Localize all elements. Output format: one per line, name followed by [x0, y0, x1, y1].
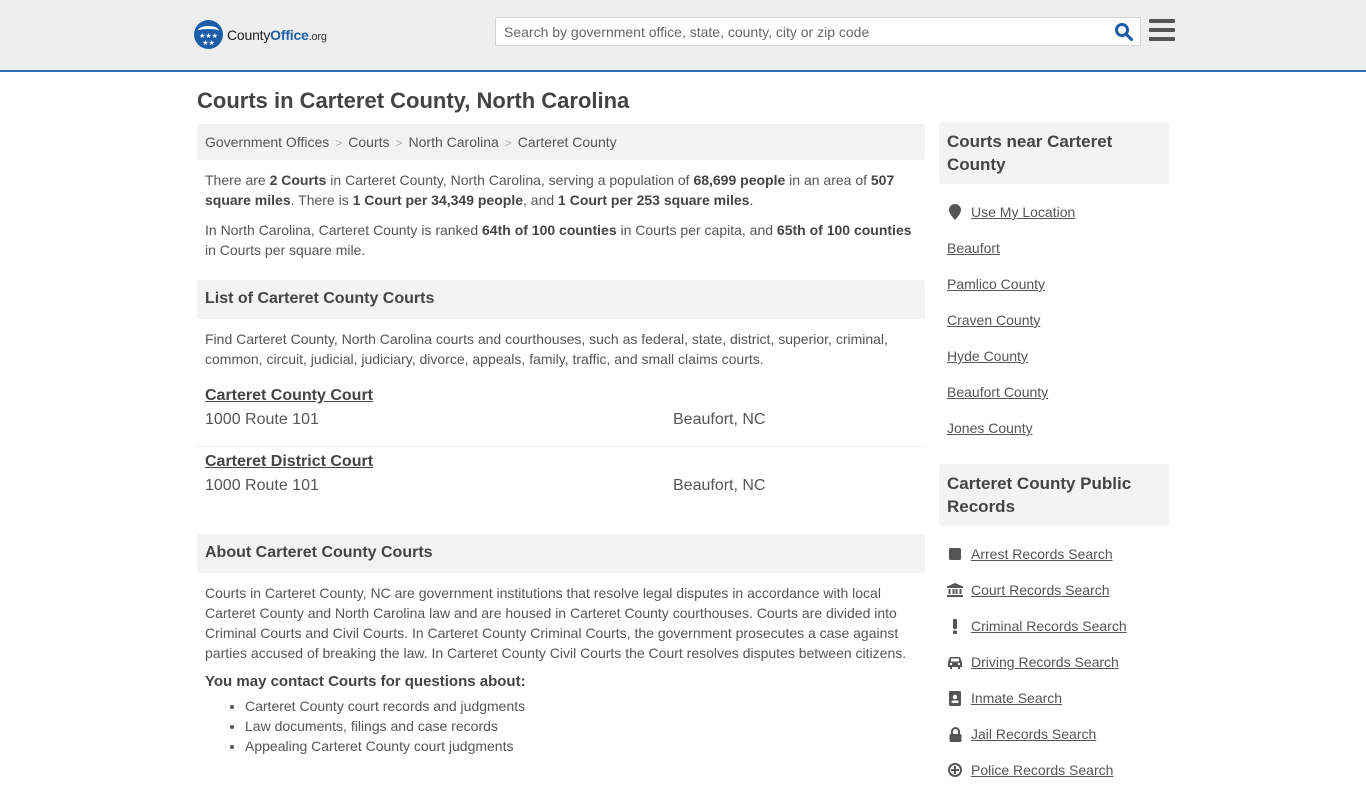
nearby-craven-county-link[interactable]: Craven County — [947, 312, 1040, 328]
search-input[interactable] — [496, 18, 1106, 45]
square-icon — [947, 546, 963, 562]
search-icon — [1115, 23, 1134, 42]
nearby-court-item: Craven County — [947, 302, 1161, 338]
breadcrumb-north-carolina[interactable]: North Carolina — [409, 134, 499, 150]
records-item: Jail Records Search — [947, 716, 1161, 752]
courthouse-icon — [947, 582, 963, 598]
arrest-records-link[interactable]: Arrest Records Search — [971, 546, 1113, 562]
contact-topic: Appealing Carteret County court judgment… — [245, 736, 925, 756]
court-address: 1000 Route 101 — [205, 411, 319, 428]
contact-topic: Carteret County court records and judgme… — [245, 696, 925, 716]
use-my-location-link[interactable]: Use My Location — [971, 204, 1075, 220]
records-item: Court Records Search — [947, 572, 1161, 608]
nearby-court-item: Hyde County — [947, 338, 1161, 374]
court-name-link[interactable]: Carteret County Court — [205, 386, 373, 406]
records-item: Inmate Search — [947, 680, 1161, 716]
nearby-hyde-county-link[interactable]: Hyde County — [947, 348, 1028, 364]
intro-ranking: In North Carolina, Carteret County is ra… — [205, 222, 912, 258]
about-section-heading: About Carteret County Courts — [197, 534, 925, 573]
public-records-heading: Carteret County Public Records — [939, 464, 1169, 526]
main-content: There are 2 Courts in Carteret County, N… — [197, 170, 925, 756]
search-button[interactable] — [1114, 22, 1134, 42]
jail-records-link[interactable]: Jail Records Search — [971, 726, 1096, 742]
shield-icon — [947, 762, 963, 778]
court-list-item: Carteret County Court 1000 Route 101 Bea… — [197, 381, 925, 446]
breadcrumb-government-offices[interactable]: Government Offices — [205, 134, 329, 150]
hamburger-menu-icon[interactable] — [1149, 19, 1175, 43]
public-records-panel: Carteret County Public Records Arrest Re… — [939, 464, 1169, 788]
contact-heading: You may contact Courts for questions abo… — [205, 673, 526, 690]
contact-topic: Law documents, filings and case records — [245, 716, 925, 736]
use-location-item: Use My Location — [947, 194, 1161, 230]
map-marker-icon — [947, 204, 963, 220]
search-box — [495, 17, 1141, 46]
eagle-logo-icon: ★★★ ★★ — [194, 20, 223, 49]
court-city: Beaufort, NC — [673, 411, 766, 428]
court-name-link[interactable]: Carteret District Court — [205, 452, 373, 472]
nearby-courts-panel: Courts near Carteret County Use My Locat… — [939, 122, 1169, 446]
records-item: Driving Records Search — [947, 644, 1161, 680]
nearby-court-item: Beaufort — [947, 230, 1161, 266]
contact-topics-list: Carteret County court records and judgme… — [197, 696, 925, 756]
page-title: Courts in Carteret County, North Carolin… — [197, 88, 630, 113]
about-section-body: Courts in Carteret County, NC are govern… — [205, 585, 907, 661]
nearby-jones-county-link[interactable]: Jones County — [947, 420, 1033, 436]
nearby-court-item: Jones County — [947, 410, 1161, 446]
list-section-description: Find Carteret County, North Carolina cou… — [205, 331, 888, 367]
court-records-link[interactable]: Court Records Search — [971, 582, 1110, 598]
breadcrumb-separator: > — [395, 136, 403, 150]
breadcrumb: Government Offices > Courts > North Carolina… — [197, 124, 925, 160]
id-badge-icon — [947, 690, 963, 706]
driving-records-link[interactable]: Driving Records Search — [971, 654, 1119, 670]
nearby-court-item: Beaufort County — [947, 374, 1161, 410]
nearby-courts-heading: Courts near Carteret County — [939, 122, 1169, 184]
nearby-beaufort-link[interactable]: Beaufort — [947, 240, 1000, 256]
inmate-search-link[interactable]: Inmate Search — [971, 690, 1062, 706]
logo-text: CountyOffice.org — [227, 26, 327, 43]
site-header: ★★★ ★★ CountyOffice.org — [0, 0, 1366, 72]
car-icon — [947, 654, 963, 670]
records-item: Criminal Records Search — [947, 608, 1161, 644]
records-item: Arrest Records Search — [947, 536, 1161, 572]
court-list-item: Carteret District Court 1000 Route 101 B… — [197, 446, 925, 511]
criminal-records-link[interactable]: Criminal Records Search — [971, 618, 1127, 634]
nearby-pamlico-county-link[interactable]: Pamlico County — [947, 276, 1045, 292]
nearby-beaufort-county-link[interactable]: Beaufort County — [947, 384, 1048, 400]
police-records-link[interactable]: Police Records Search — [971, 762, 1113, 778]
court-city: Beaufort, NC — [673, 477, 766, 494]
intro-summary: There are 2 Courts in Carteret County, N… — [205, 172, 895, 208]
breadcrumb-separator: > — [335, 136, 343, 150]
lock-icon — [947, 726, 963, 742]
public-records-list: Arrest Records Search Court Records Sear… — [939, 526, 1169, 788]
breadcrumb-separator: > — [504, 136, 512, 150]
nearby-court-item: Pamlico County — [947, 266, 1161, 302]
site-logo[interactable]: ★★★ ★★ CountyOffice.org — [194, 20, 327, 49]
breadcrumb-courts[interactable]: Courts — [348, 134, 389, 150]
court-address: 1000 Route 101 — [205, 477, 319, 494]
records-item: Police Records Search — [947, 752, 1161, 788]
breadcrumb-carteret-county: Carteret County — [517, 134, 617, 150]
list-section-heading: List of Carteret County Courts — [197, 280, 925, 319]
exclamation-icon — [947, 618, 963, 634]
nearby-courts-list: Use My Location Beaufort Pamlico County … — [939, 184, 1169, 446]
